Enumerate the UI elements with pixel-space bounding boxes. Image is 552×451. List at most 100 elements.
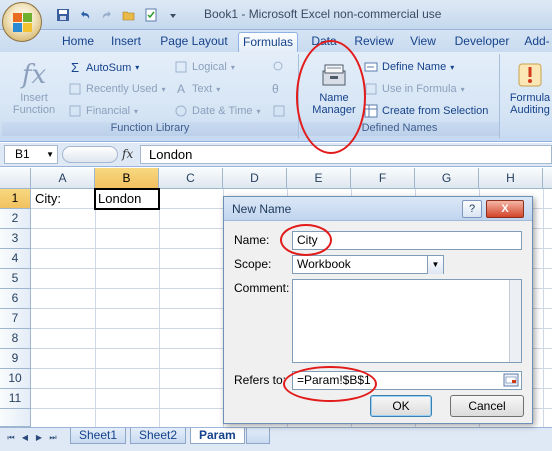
ribbon: fx Insert Function Σ AutoSum ▾ Recently … <box>0 52 552 142</box>
tab-add-ins[interactable]: Add- <box>520 32 552 52</box>
window-title: Book1 - Microsoft Excel non-commercial u… <box>204 7 442 21</box>
scope-select[interactable]: Workbook ▼ <box>292 255 444 274</box>
tab-developer[interactable]: Developer <box>450 32 514 52</box>
chevron-down-icon: ▾ <box>134 106 139 116</box>
close-button[interactable]: X <box>486 200 524 218</box>
row-header-7[interactable]: 7 <box>0 309 31 329</box>
row-header-1[interactable]: 1 <box>0 189 31 209</box>
tab-insert[interactable]: Insert <box>104 32 148 52</box>
refers-to-field[interactable]: =Param!$B$1 <box>292 371 522 390</box>
column-header-a[interactable]: A <box>31 168 95 189</box>
clock-icon <box>174 104 188 118</box>
cell-b1[interactable]: London <box>98 191 141 206</box>
row-header-6[interactable]: 6 <box>0 289 31 309</box>
column-header-e[interactable]: E <box>287 168 351 189</box>
gridline <box>159 189 160 428</box>
name-manager-icon <box>306 58 362 92</box>
column-header-b[interactable]: B <box>95 168 159 189</box>
recently-used-label: Recently Used <box>86 83 158 95</box>
tab-page-layout[interactable]: Page Layout <box>154 32 234 52</box>
redo-icon[interactable] <box>98 6 116 24</box>
open-icon[interactable] <box>120 6 138 24</box>
column-header-g[interactable]: G <box>415 168 479 189</box>
customize-qat-icon[interactable] <box>164 6 182 24</box>
chevron-down-icon[interactable]: ▼ <box>46 146 54 163</box>
select-all-corner[interactable] <box>0 168 31 189</box>
first-sheet-icon[interactable]: ⏮ <box>6 433 16 443</box>
formula-input[interactable]: London <box>140 145 552 164</box>
name-box[interactable]: B1 ▼ <box>4 145 58 164</box>
lookup-icon <box>272 60 286 74</box>
row-header-9[interactable]: 9 <box>0 349 31 369</box>
undo-icon[interactable] <box>76 6 94 24</box>
tab-home[interactable]: Home <box>56 32 100 52</box>
row-header-3[interactable]: 3 <box>0 229 31 249</box>
row-header-10[interactable]: 10 <box>0 369 31 389</box>
dialog-title-bar[interactable]: New Name ? X <box>224 197 532 221</box>
name-field[interactable]: City <box>292 231 522 250</box>
autosum-icon: Σ <box>70 60 80 75</box>
dialog-title: New Name <box>232 202 292 216</box>
chevron-down-icon: ▾ <box>216 84 221 94</box>
text-label: Text <box>192 83 213 95</box>
create-from-selection-button[interactable]: Create from Selection <box>364 104 488 118</box>
lookup-reference-button[interactable] <box>272 60 286 74</box>
quick-access-toolbar <box>54 5 182 25</box>
math-trig-button[interactable]: θ <box>272 82 286 96</box>
insert-function-fx-button[interactable]: fx <box>122 147 133 161</box>
prev-sheet-icon[interactable]: ◀ <box>20 433 30 443</box>
cancel-button[interactable]: Cancel <box>450 395 524 417</box>
checklist-icon[interactable] <box>142 6 160 24</box>
formula-auditing-group: Formula Auditing <box>502 54 552 138</box>
insert-sheet-icon[interactable] <box>246 428 270 444</box>
row-header-11[interactable]: 11 <box>0 389 31 409</box>
column-header-f[interactable]: F <box>351 168 415 189</box>
name-manager-button[interactable]: Name Manager <box>306 58 362 116</box>
tab-data[interactable]: Data <box>304 32 344 52</box>
row-header-8[interactable]: 8 <box>0 329 31 349</box>
gridline <box>95 189 96 428</box>
sheet-tab-sheet1[interactable]: Sheet1 <box>70 428 127 444</box>
financial-label: Financial <box>86 105 131 117</box>
insert-function-icon: fx <box>21 60 47 90</box>
column-header-partial[interactable] <box>543 168 552 189</box>
ok-button[interactable]: OK <box>370 395 432 417</box>
help-button[interactable]: ? <box>462 200 482 218</box>
comment-scrollbar[interactable] <box>509 280 521 362</box>
comment-textarea[interactable] <box>292 279 522 363</box>
logical-icon <box>174 60 188 74</box>
insert-function-button[interactable]: fx Insert Function <box>10 58 58 116</box>
last-sheet-icon[interactable]: ⏭ <box>48 433 58 443</box>
formula-auditing-button[interactable]: Formula Auditing <box>506 58 552 116</box>
sheet-tab-param[interactable]: Param <box>190 428 245 444</box>
tab-review[interactable]: Review <box>350 32 398 52</box>
row-header-partial[interactable] <box>0 409 31 427</box>
next-sheet-icon[interactable]: ▶ <box>34 433 44 443</box>
autosum-button[interactable]: Σ AutoSum ▾ <box>68 60 139 75</box>
column-header-d[interactable]: D <box>223 168 287 189</box>
tab-view[interactable]: View <box>404 32 442 52</box>
formula-bar-splitter[interactable] <box>62 146 118 163</box>
use-in-formula-button[interactable]: Use in Formula ▾ <box>364 82 465 96</box>
row-header-2[interactable]: 2 <box>0 209 31 229</box>
date-time-button[interactable]: Date & Time ▾ <box>174 104 261 118</box>
chevron-down-icon[interactable]: ▼ <box>427 256 443 274</box>
row-header-5[interactable]: 5 <box>0 269 31 289</box>
save-icon[interactable] <box>54 6 72 24</box>
refers-to-value: =Param!$B$1 <box>297 373 371 387</box>
refers-to-label: Refers to: <box>234 373 287 387</box>
sheet-tab-sheet2[interactable]: Sheet2 <box>130 428 187 444</box>
define-name-button[interactable]: Define Name ▾ <box>364 60 454 74</box>
column-header-h[interactable]: H <box>479 168 543 189</box>
financial-button[interactable]: Financial ▾ <box>68 104 138 118</box>
tab-formulas[interactable]: Formulas <box>238 32 298 52</box>
office-button[interactable] <box>2 2 42 42</box>
logical-button[interactable]: Logical ▾ <box>174 60 235 74</box>
text-button[interactable]: A Text ▾ <box>174 82 220 96</box>
recently-used-button[interactable]: Recently Used ▾ <box>68 82 166 96</box>
collapse-dialog-icon[interactable] <box>503 373 519 388</box>
more-functions-button[interactable] <box>272 104 286 118</box>
cell-a1[interactable]: City: <box>35 191 61 206</box>
column-header-c[interactable]: C <box>159 168 223 189</box>
row-header-4[interactable]: 4 <box>0 249 31 269</box>
